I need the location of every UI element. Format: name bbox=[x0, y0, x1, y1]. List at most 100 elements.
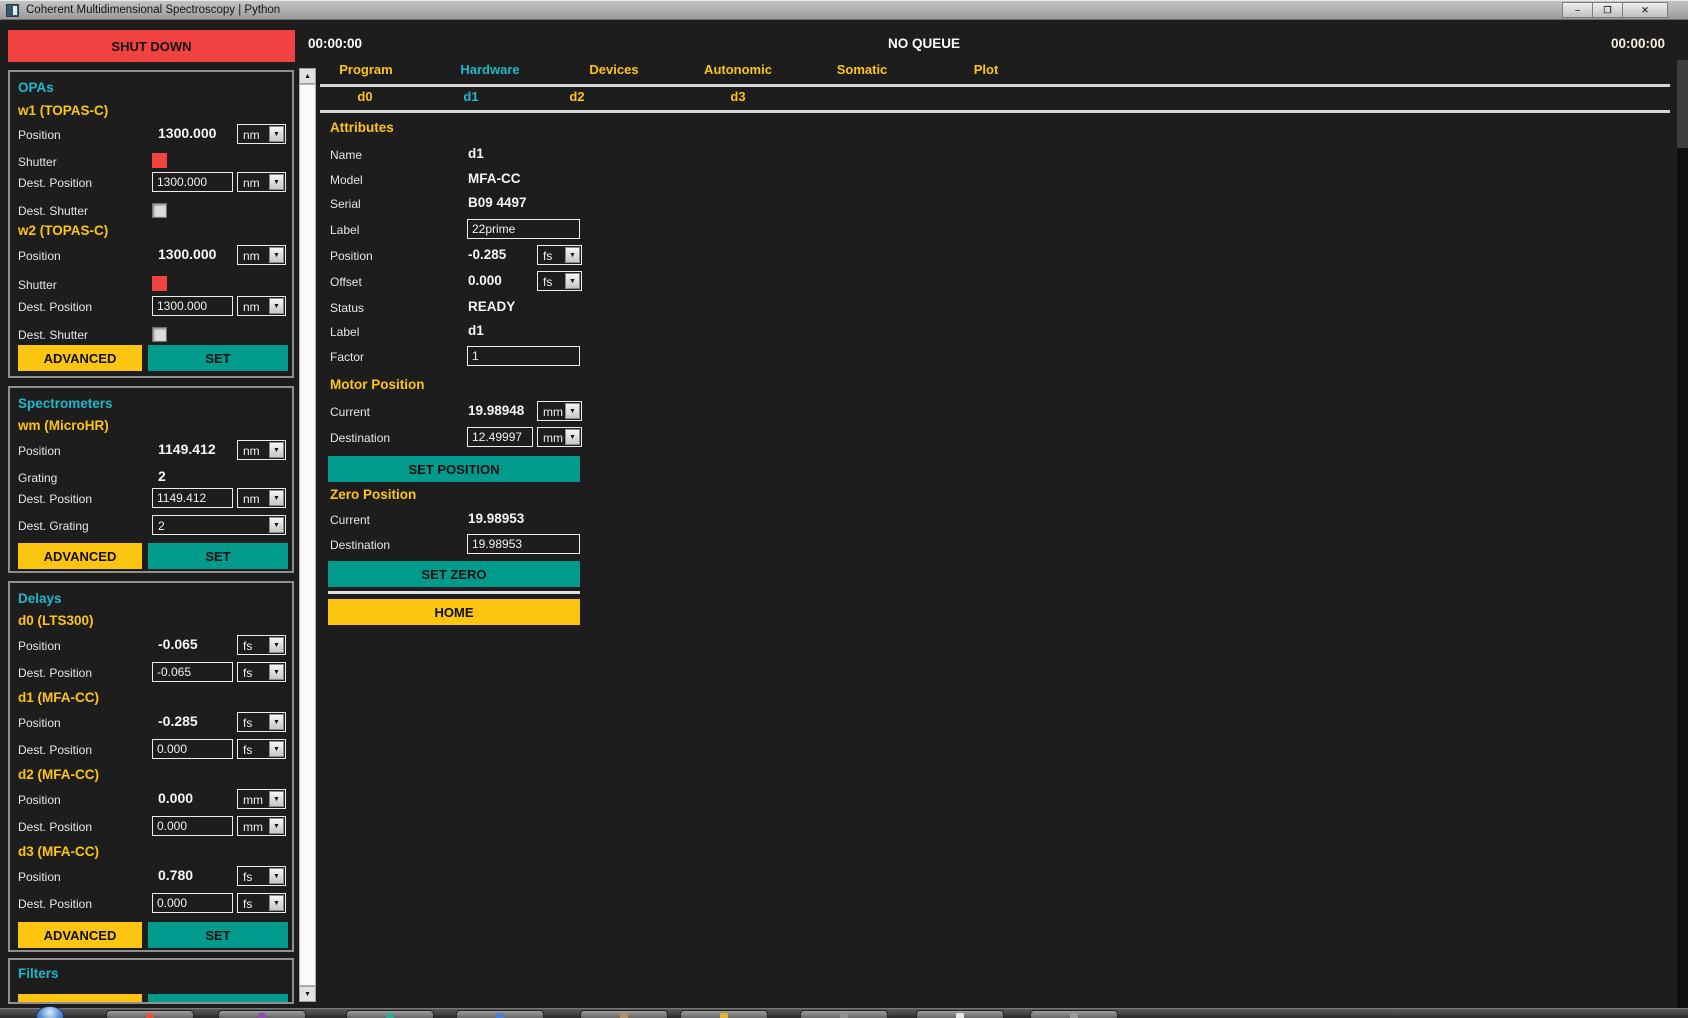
d2-position-unit-dropdown[interactable]: mm ▼ bbox=[237, 789, 286, 809]
tab-somatic[interactable]: Somatic bbox=[837, 62, 888, 77]
d2-position-unit: mm bbox=[243, 793, 263, 807]
wm-grating-label: Grating bbox=[18, 471, 57, 485]
d1-device-name: d1 (MFA-CC) bbox=[18, 690, 99, 705]
wm-dest-position-unit: nm bbox=[243, 492, 260, 506]
motor-destination-row: Destination mm▼ bbox=[0, 427, 1688, 449]
d0-dest-position-unit-dropdown[interactable]: fs▼ bbox=[237, 662, 286, 682]
dropdown-arrow-icon[interactable]: ▼ bbox=[269, 664, 284, 680]
d2-dest-position-input[interactable] bbox=[152, 816, 233, 836]
attr-label-input[interactable] bbox=[467, 219, 580, 239]
dropdown-arrow-icon[interactable]: ▼ bbox=[565, 247, 580, 263]
delays-set-button[interactable]: SET bbox=[148, 922, 288, 948]
dropdown-arrow-icon[interactable]: ▼ bbox=[269, 637, 284, 653]
shut-down-button[interactable]: SHUT DOWN bbox=[8, 30, 295, 62]
home-button[interactable]: HOME bbox=[328, 599, 580, 625]
attr-factor-row: Factor bbox=[0, 346, 1688, 368]
d2-position-row: Position 0.000 mm▼ bbox=[10, 789, 292, 811]
taskbar-app-button[interactable] bbox=[580, 1010, 668, 1018]
dropdown-arrow-icon[interactable]: ▼ bbox=[269, 895, 284, 911]
attr-factor-label: Factor bbox=[330, 350, 364, 364]
tab-d2[interactable]: d2 bbox=[569, 89, 584, 104]
tab-plot[interactable]: Plot bbox=[974, 62, 999, 77]
taskbar-app-button[interactable] bbox=[106, 1010, 194, 1018]
dropdown-arrow-icon[interactable]: ▼ bbox=[269, 818, 284, 834]
d0-position-unit-dropdown[interactable]: fs▼ bbox=[237, 635, 286, 655]
motor-current-unit-dropdown[interactable]: mm▼ bbox=[537, 401, 582, 421]
w1-position-unit: nm bbox=[243, 128, 260, 142]
scroll-up-button[interactable]: ▲ bbox=[299, 68, 316, 84]
section-divider bbox=[328, 591, 580, 594]
tab-devices[interactable]: Devices bbox=[589, 62, 638, 77]
wm-dest-position-row: Dest. Position nm▼ bbox=[10, 488, 292, 510]
attr-offset-row: Offset 0.000 fs▼ bbox=[0, 271, 1688, 293]
dropdown-arrow-icon[interactable]: ▼ bbox=[269, 714, 284, 730]
d0-position-value: -0.065 bbox=[158, 636, 198, 652]
d1-dest-position-unit-dropdown[interactable]: fs▼ bbox=[237, 739, 286, 759]
tab-d1[interactable]: d1 bbox=[463, 89, 478, 104]
dropdown-arrow-icon[interactable]: ▼ bbox=[565, 273, 580, 289]
dropdown-arrow-icon[interactable]: ▼ bbox=[269, 791, 284, 807]
taskbar-app-button[interactable] bbox=[218, 1010, 306, 1018]
zero-destination-input[interactable] bbox=[467, 534, 580, 554]
start-button[interactable] bbox=[36, 1006, 64, 1018]
attr-factor-input[interactable] bbox=[467, 346, 580, 366]
taskbar-app-button[interactable] bbox=[456, 1010, 544, 1018]
close-button[interactable]: ✕ bbox=[1622, 2, 1668, 18]
attr-model-label: Model bbox=[330, 173, 363, 187]
tab-program[interactable]: Program bbox=[339, 62, 392, 77]
dropdown-arrow-icon[interactable]: ▼ bbox=[269, 741, 284, 757]
filters-set-button[interactable] bbox=[148, 994, 288, 1004]
taskbar-app-button[interactable] bbox=[800, 1010, 888, 1018]
set-zero-button[interactable]: SET ZERO bbox=[328, 561, 580, 587]
attr-offset-label: Offset bbox=[330, 275, 362, 289]
restore-button[interactable]: ❐ bbox=[1592, 2, 1623, 18]
tab-autonomic[interactable]: Autonomic bbox=[704, 62, 772, 77]
set-position-button[interactable]: SET POSITION bbox=[328, 456, 580, 482]
d3-position-unit-dropdown[interactable]: fs ▼ bbox=[237, 866, 286, 886]
taskbar-app-button[interactable] bbox=[680, 1010, 768, 1018]
w1-device-name: w1 (TOPAS-C) bbox=[18, 103, 108, 118]
d0-dest-position-input[interactable] bbox=[152, 662, 233, 682]
main-scrollbar-thumb[interactable] bbox=[1677, 60, 1688, 148]
attr-name-row: Name d1 bbox=[0, 144, 1688, 166]
d1-position-unit-dropdown[interactable]: fs▼ bbox=[237, 712, 286, 732]
d1-dest-position-input[interactable] bbox=[152, 739, 233, 759]
scroll-down-button[interactable]: ▼ bbox=[299, 986, 316, 1002]
attr-position-unit: fs bbox=[543, 249, 552, 263]
dropdown-arrow-icon[interactable]: ▼ bbox=[565, 429, 580, 445]
wm-dest-position-input[interactable] bbox=[152, 488, 233, 508]
attr-label-row: Label bbox=[0, 219, 1688, 241]
motor-destination-input[interactable] bbox=[467, 427, 533, 447]
dropdown-arrow-icon[interactable]: ▼ bbox=[565, 403, 580, 419]
tab-d3[interactable]: d3 bbox=[730, 89, 745, 104]
dropdown-arrow-icon[interactable]: ▼ bbox=[269, 868, 284, 884]
w1-position-value: 1300.000 bbox=[158, 125, 216, 141]
dropdown-arrow-icon[interactable]: ▼ bbox=[269, 490, 284, 506]
taskbar-app-button[interactable] bbox=[916, 1010, 1004, 1018]
delays-panel: Delays d0 (LTS300) Position -0.065 fs▼ D… bbox=[8, 581, 294, 952]
attr-offset-unit-dropdown[interactable]: fs▼ bbox=[537, 271, 582, 291]
d1-position-label: Position bbox=[18, 716, 61, 730]
delays-advanced-button[interactable]: ADVANCED bbox=[18, 922, 142, 948]
filters-advanced-button[interactable] bbox=[18, 994, 142, 1004]
taskbar-app-icon bbox=[146, 1013, 154, 1018]
wm-dest-position-unit-dropdown[interactable]: nm ▼ bbox=[237, 488, 286, 508]
attr-status-label: Status bbox=[330, 301, 364, 315]
d3-dest-position-input[interactable] bbox=[152, 893, 233, 913]
taskbar-app-button[interactable] bbox=[1030, 1010, 1118, 1018]
d2-dest-position-unit-dropdown[interactable]: mm▼ bbox=[237, 816, 286, 836]
dropdown-arrow-icon[interactable]: ▼ bbox=[269, 126, 284, 142]
w1-position-unit-dropdown[interactable]: nm ▼ bbox=[237, 124, 286, 144]
tab-hardware[interactable]: Hardware bbox=[460, 62, 519, 77]
d3-position-unit: fs bbox=[243, 870, 252, 884]
attr-position-value: -0.285 bbox=[468, 247, 506, 262]
main-scrollbar[interactable] bbox=[1677, 60, 1688, 1008]
tab-d0[interactable]: d0 bbox=[357, 89, 372, 104]
motor-destination-unit-dropdown[interactable]: mm▼ bbox=[537, 427, 582, 447]
taskbar-app-button[interactable] bbox=[346, 1010, 434, 1018]
d3-dest-position-unit-dropdown[interactable]: fs▼ bbox=[237, 893, 286, 913]
elapsed-timer-left: 00:00:00 bbox=[308, 36, 362, 51]
wm-grating-row: Grating 2 bbox=[10, 467, 292, 489]
attr-position-unit-dropdown[interactable]: fs ▼ bbox=[537, 245, 582, 265]
minimize-button[interactable]: – bbox=[1562, 2, 1593, 18]
